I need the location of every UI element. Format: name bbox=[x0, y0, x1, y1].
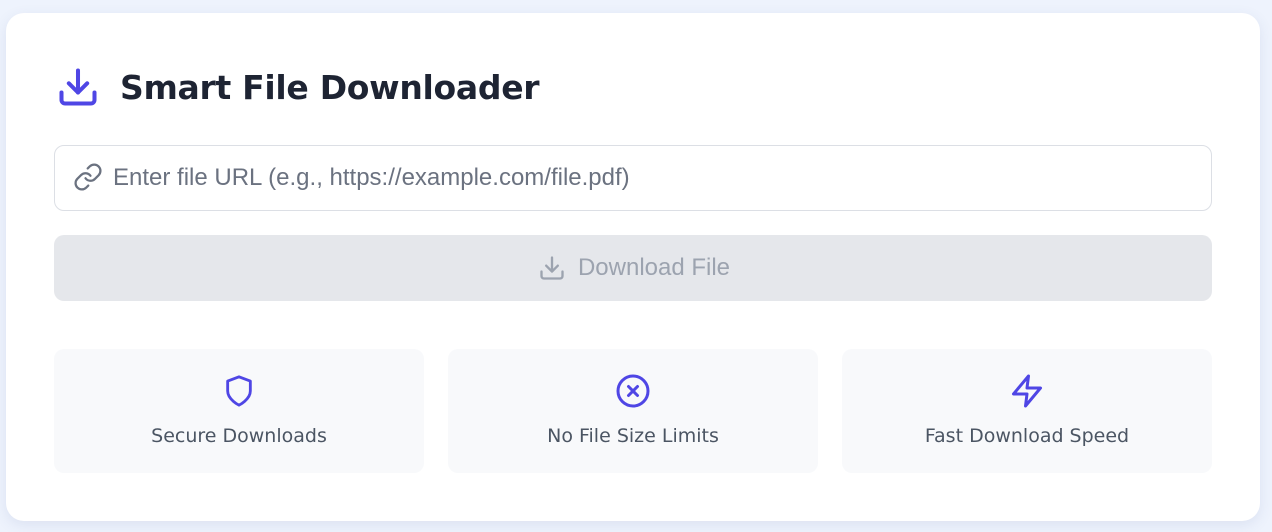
download-icon bbox=[536, 252, 568, 284]
lightning-icon bbox=[1007, 371, 1047, 411]
feature-card-no-size-limit: No File Size Limits bbox=[448, 349, 818, 473]
header: Smart File Downloader bbox=[56, 65, 540, 109]
link-icon bbox=[72, 161, 104, 193]
page-title: Smart File Downloader bbox=[120, 67, 540, 107]
feature-label: No File Size Limits bbox=[547, 425, 719, 447]
feature-list: Secure Downloads No File Size Limits Fas… bbox=[54, 349, 1212, 473]
feature-label: Secure Downloads bbox=[151, 425, 327, 447]
feature-card-secure: Secure Downloads bbox=[54, 349, 424, 473]
downloader-card: Smart File Downloader Download File bbox=[6, 13, 1260, 521]
download-button[interactable]: Download File bbox=[54, 235, 1212, 301]
download-icon bbox=[56, 65, 100, 109]
shield-icon bbox=[219, 371, 259, 411]
download-button-label: Download File bbox=[577, 254, 731, 281]
feature-label: Fast Download Speed bbox=[924, 425, 1130, 447]
circle-x-icon bbox=[613, 371, 653, 411]
url-input-field[interactable] bbox=[54, 145, 1212, 211]
url-input[interactable] bbox=[113, 146, 1193, 210]
feature-card-fast-speed: Fast Download Speed bbox=[842, 349, 1212, 473]
